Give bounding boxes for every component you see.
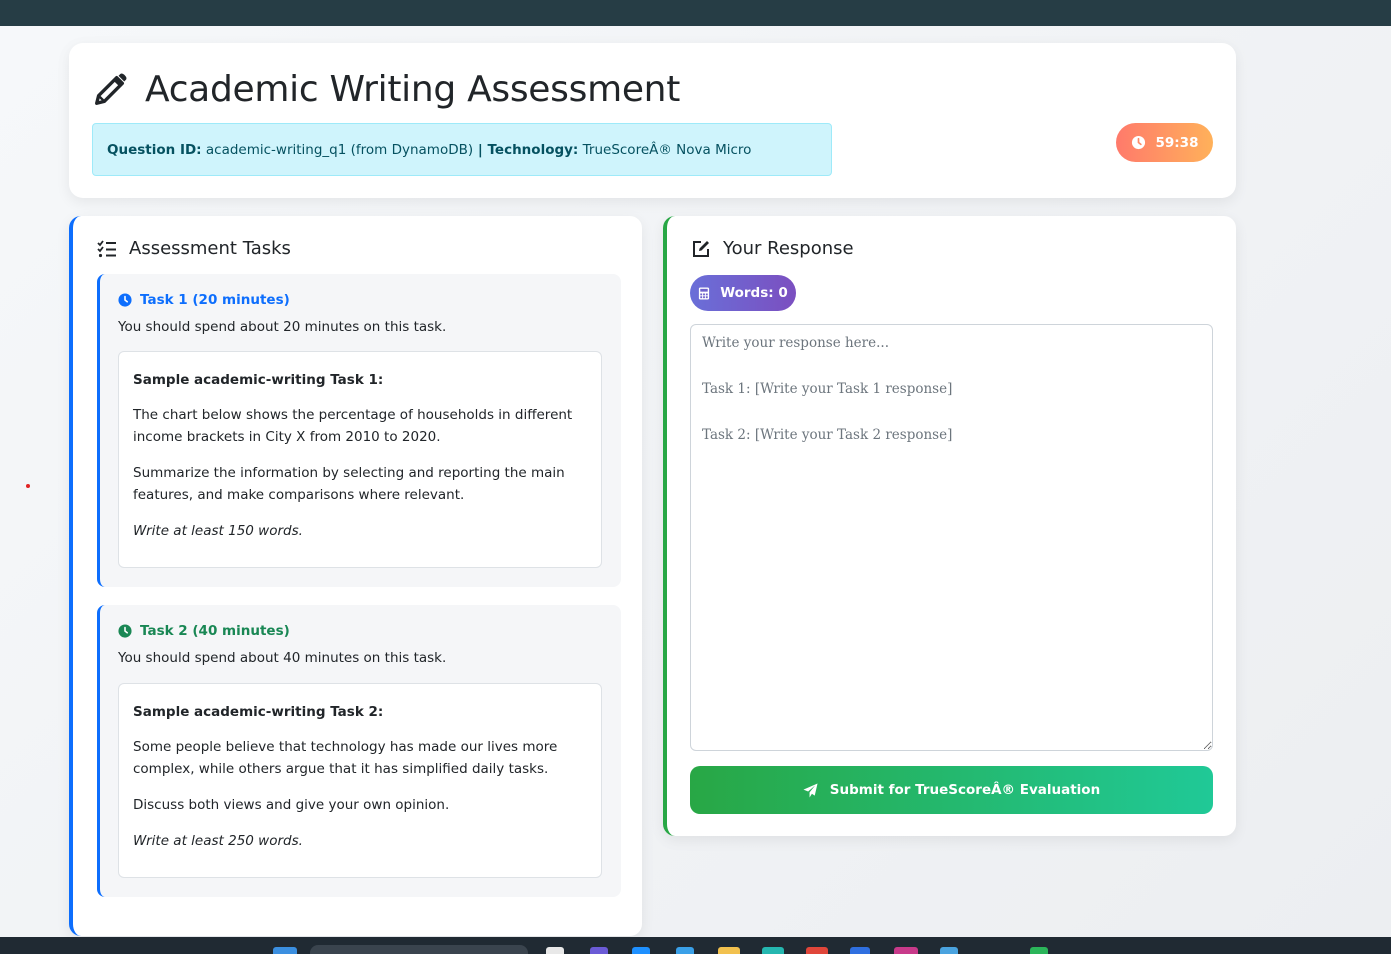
task-2-paragraph-2: Discuss both views and give your own opi… bbox=[133, 797, 450, 813]
task-list-icon bbox=[97, 239, 116, 257]
question-id-value: academic-writing_q1 (from DynamoDB) bbox=[205, 142, 474, 158]
clock-icon bbox=[118, 293, 132, 307]
taskbar-app-icon[interactable] bbox=[590, 947, 608, 954]
page-title: Academic Writing Assessment bbox=[91, 69, 680, 110]
calculator-icon bbox=[699, 286, 710, 300]
taskbar-app-icon[interactable] bbox=[632, 947, 650, 954]
tasks-card-title: Assessment Tasks bbox=[97, 238, 291, 259]
taskbar-app-icon[interactable] bbox=[1030, 947, 1048, 954]
tasks-card-title-text: Assessment Tasks bbox=[129, 238, 291, 259]
timer-value: 59:38 bbox=[1155, 134, 1199, 151]
info-separator: | bbox=[473, 142, 488, 158]
clock-icon bbox=[118, 624, 132, 638]
browser-top-bar bbox=[0, 0, 1391, 26]
response-card-title: Your Response bbox=[691, 238, 854, 259]
response-textarea[interactable] bbox=[690, 324, 1213, 751]
submit-button[interactable]: Submit for TrueScoreÂ® Evaluation bbox=[690, 766, 1213, 814]
edit-icon bbox=[693, 240, 709, 257]
page-title-text: Academic Writing Assessment bbox=[145, 69, 681, 110]
os-taskbar bbox=[0, 937, 1391, 954]
task-1-note: You should spend about 20 minutes on thi… bbox=[118, 319, 447, 335]
task-1-block: Task 1 (20 minutes) You should spend abo… bbox=[97, 274, 621, 587]
stray-marker-dot bbox=[26, 484, 30, 488]
taskbar-app-icon[interactable] bbox=[676, 947, 694, 954]
taskbar-app-icon[interactable] bbox=[894, 947, 918, 954]
technology-label: Technology: bbox=[487, 142, 579, 158]
word-count-text: Words: 0 bbox=[720, 285, 788, 301]
taskbar-app-icon[interactable] bbox=[940, 947, 958, 954]
taskbar-folder-icon[interactable] bbox=[718, 947, 740, 954]
task-2-block: Task 2 (40 minutes) You should spend abo… bbox=[97, 605, 621, 897]
task-1-heading-text: Task 1 (20 minutes) bbox=[140, 292, 290, 308]
word-count-badge: Words: 0 bbox=[690, 275, 796, 311]
task-2-paragraph-1: Some people believe that technology has … bbox=[133, 739, 558, 777]
task-1-prompt-box: Sample academic-writing Task 1: The char… bbox=[118, 351, 602, 568]
taskbar-app-icon[interactable] bbox=[762, 947, 784, 954]
task-1-paragraph-2: Summarize the information by selecting a… bbox=[133, 465, 565, 503]
question-id-label: Question ID: bbox=[107, 142, 202, 158]
your-response-card: Your Response Words: 0 Submit for TrueSc… bbox=[663, 216, 1236, 836]
paper-plane-icon bbox=[803, 782, 818, 798]
task-2-prompt-box: Sample academic-writing Task 2: Some peo… bbox=[118, 683, 602, 878]
timer-badge: 59:38 bbox=[1116, 123, 1213, 162]
clock-icon bbox=[1131, 135, 1145, 150]
header-card: Academic Writing Assessment Question ID:… bbox=[69, 43, 1236, 198]
task-2-heading: Task 2 (40 minutes) bbox=[118, 623, 290, 639]
taskbar-app-icon[interactable] bbox=[546, 947, 564, 954]
task-2-note: You should spend about 40 minutes on thi… bbox=[118, 650, 447, 666]
taskbar-search-box[interactable] bbox=[310, 945, 528, 954]
response-card-title-text: Your Response bbox=[723, 238, 854, 259]
task-1-heading: Task 1 (20 minutes) bbox=[118, 292, 290, 308]
submit-button-label: Submit for TrueScoreÂ® Evaluation bbox=[829, 782, 1101, 798]
task-1-sample-title: Sample academic-writing Task 1: bbox=[133, 372, 384, 388]
pencil-icon bbox=[95, 73, 127, 105]
task-2-sample-title: Sample academic-writing Task 2: bbox=[133, 704, 384, 720]
taskbar-app-icon[interactable] bbox=[850, 947, 870, 954]
question-info-box: Question ID: academic-writing_q1 (from D… bbox=[92, 123, 832, 176]
task-2-min-words: Write at least 250 words. bbox=[133, 833, 303, 849]
task-1-paragraph-1: The chart below shows the percentage of … bbox=[133, 407, 573, 445]
taskbar-app-icon[interactable] bbox=[806, 947, 828, 954]
task-1-min-words: Write at least 150 words. bbox=[133, 523, 303, 539]
technology-value: TrueScoreÂ® Nova Micro bbox=[582, 142, 752, 158]
windows-start-icon[interactable] bbox=[273, 947, 297, 954]
task-2-heading-text: Task 2 (40 minutes) bbox=[140, 623, 290, 639]
assessment-tasks-card: Assessment Tasks Task 1 (20 minutes) You… bbox=[69, 216, 642, 936]
